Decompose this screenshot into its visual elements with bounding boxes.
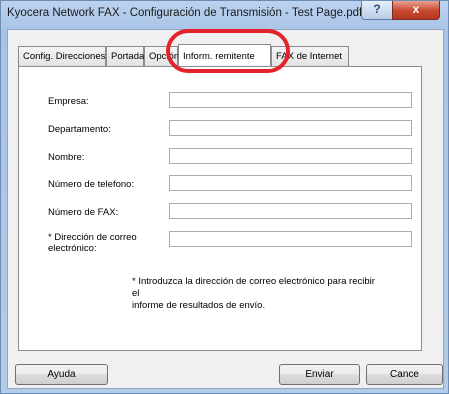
email-field[interactable] [169, 231, 412, 247]
fax-number-label: Número de FAX: [48, 207, 119, 218]
email-note-line2: informe de resultados de envío. [132, 300, 266, 311]
dialog-client-area: Config. Direcciones Portada Opción Infor… [7, 29, 444, 389]
email-note-line1: * Introduzca la dirección de correo elec… [132, 276, 375, 299]
tab-config-direcciones[interactable]: Config. Direcciones [18, 46, 106, 66]
title-bar[interactable]: Kyocera Network FAX - Configuración de T… [1, 1, 448, 29]
departamento-label: Departamento: [48, 124, 111, 135]
empresa-field[interactable] [169, 92, 412, 108]
telefono-label: Número de telefono: [48, 179, 135, 190]
email-label-line2: electrónico: [48, 243, 97, 254]
cancel-button[interactable]: Cance [366, 364, 443, 385]
nombre-label: Nombre: [48, 152, 85, 163]
empresa-label: Empresa: [48, 96, 89, 107]
fax-number-field[interactable] [169, 203, 412, 219]
dialog-window: Kyocera Network FAX - Configuración de T… [0, 0, 449, 394]
email-label: * Dirección de correo electrónico: [48, 232, 137, 254]
email-note: * Introduzca la dirección de correo elec… [132, 276, 382, 312]
sender-info-panel: Empresa: Departamento: Nombre: Número de… [18, 66, 422, 351]
nombre-field[interactable] [169, 148, 412, 164]
help-button[interactable]: Ayuda [15, 364, 108, 385]
close-button[interactable]: x [392, 1, 440, 20]
help-title-button[interactable]: ? [361, 1, 393, 20]
departamento-field[interactable] [169, 120, 412, 136]
tab-portada[interactable]: Portada [106, 46, 144, 66]
window-title: Kyocera Network FAX - Configuración de T… [7, 7, 363, 19]
telefono-field[interactable] [169, 175, 412, 191]
email-label-line1: * Dirección de correo [48, 232, 137, 243]
send-button[interactable]: Enviar [279, 364, 360, 385]
highlight-ring [166, 29, 290, 73]
